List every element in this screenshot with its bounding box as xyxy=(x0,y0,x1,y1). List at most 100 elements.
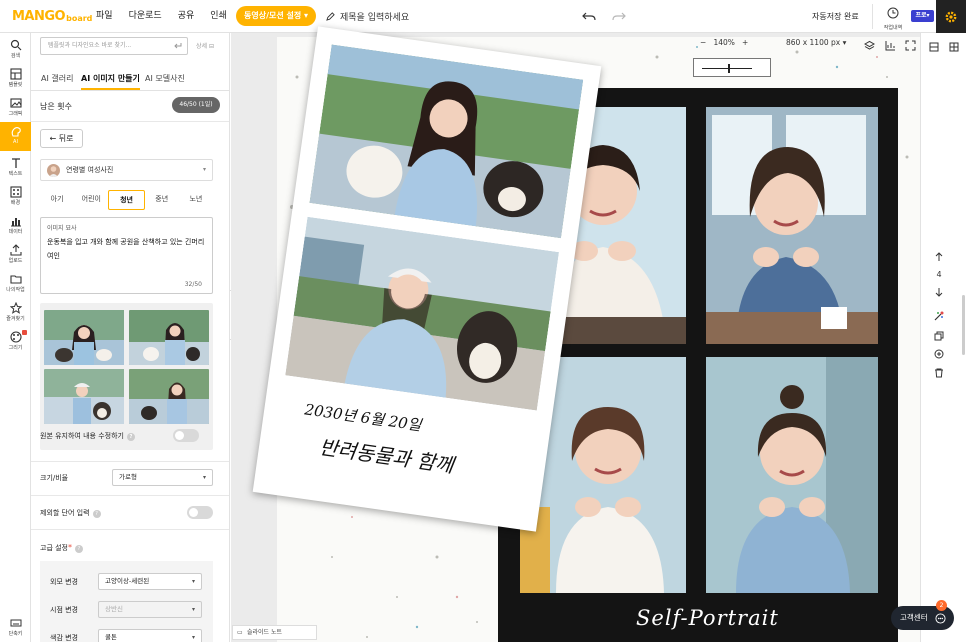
color-tone-select[interactable]: 쿨톤 ▾ xyxy=(98,629,202,642)
arrow-down-icon[interactable] xyxy=(934,287,944,297)
menu-print[interactable]: 인쇄 xyxy=(202,8,235,24)
keyboard-icon xyxy=(10,619,21,627)
history-button[interactable]: 작업내역 xyxy=(880,4,906,31)
generated-thumbnail[interactable] xyxy=(128,369,210,424)
appearance-select[interactable]: 고양이상-세련된 ▾ xyxy=(98,573,202,590)
portrait-photo-2[interactable] xyxy=(706,107,878,344)
menu-download[interactable]: 다운로드 xyxy=(121,8,170,24)
single-view-icon[interactable] xyxy=(929,42,939,52)
generated-thumbnail[interactable] xyxy=(44,369,125,424)
model-select[interactable]: 연령별 여성사진 ▾ xyxy=(40,159,213,181)
graphic-icon xyxy=(9,98,22,108)
multi-view-icon[interactable] xyxy=(949,42,959,52)
ratio-label: 크기/비율 xyxy=(40,474,69,482)
help-icon[interactable]: ? xyxy=(126,433,135,441)
age-option-baby[interactable]: 아기 xyxy=(40,190,74,210)
ratio-select-value: 가로형 xyxy=(119,473,137,481)
ratio-select[interactable]: 가로형 ▾ xyxy=(112,469,213,486)
tab-ai-model-photo[interactable]: AI 모델사진 xyxy=(145,73,185,88)
nav-text[interactable]: 텍스트 xyxy=(0,153,31,182)
slider-thumb[interactable] xyxy=(728,64,730,73)
age-option-youth[interactable]: 청년 xyxy=(108,190,145,210)
text-icon xyxy=(11,158,20,168)
pencil-icon xyxy=(326,12,335,21)
nav-label: 템플릿 xyxy=(8,82,23,88)
nav-myworks[interactable]: 나의작업 xyxy=(0,269,31,298)
strip-photo-2[interactable] xyxy=(285,216,560,411)
strip-photo-1[interactable] xyxy=(309,44,584,239)
pro-label: 프로 xyxy=(915,12,927,19)
undo-icon[interactable] xyxy=(582,9,596,23)
menu-share[interactable]: 공유 xyxy=(170,8,203,24)
ai-panel: 템플릿과 디자인요소 바로 찾기... 상세 ⊟ AI 갤러리 AI 이미지 만… xyxy=(31,33,230,642)
back-button[interactable]: ← 뒤로 xyxy=(40,129,83,148)
zoom-slider[interactable] xyxy=(693,58,771,77)
title-input[interactable]: 제목을 입력하세요 xyxy=(326,10,409,23)
nav-ai[interactable]: AI xyxy=(0,122,31,151)
arrow-up-icon[interactable] xyxy=(934,252,944,262)
generated-thumbnail[interactable] xyxy=(128,310,210,365)
fit-screen-icon[interactable] xyxy=(905,40,916,51)
divider xyxy=(31,121,229,122)
chevron-down-icon: ▾ xyxy=(191,606,195,613)
grid-icon[interactable] xyxy=(885,40,896,51)
nav-favorites[interactable]: 즐겨찾기 xyxy=(0,298,31,327)
canvas-size-select[interactable]: 860 x 1100 px ▾ xyxy=(786,38,846,47)
add-page-icon[interactable] xyxy=(934,349,944,359)
nav-upload[interactable]: 업로드 xyxy=(0,240,31,269)
motion-settings-button[interactable]: 동영상/모션 설정 ▾ xyxy=(236,6,317,26)
nav-label: 즐겨찾기 xyxy=(6,316,25,322)
right-toolbar: 4 xyxy=(920,33,966,642)
exclude-words-text: 제외할 단어 입력 xyxy=(40,509,90,517)
exclude-words-label: 제외할 단어 입력? xyxy=(40,508,101,518)
viewpoint-select: 상반신 ▾ xyxy=(98,601,202,618)
nav-label: 업로드 xyxy=(8,258,23,264)
generated-thumbnail[interactable] xyxy=(44,310,125,365)
age-option-child[interactable]: 어린이 xyxy=(74,190,108,210)
nav-graphic[interactable]: 그래픽 xyxy=(0,93,31,122)
portrait-photo-4[interactable] xyxy=(706,357,878,593)
palette-icon xyxy=(9,331,22,343)
menu-file[interactable]: 파일 xyxy=(88,8,121,24)
magic-wand-icon[interactable] xyxy=(934,311,944,321)
logo[interactable]: MANGO board xyxy=(12,7,92,25)
layers-icon[interactable] xyxy=(864,40,875,51)
duplicate-icon[interactable] xyxy=(934,331,944,341)
tab-ai-image-create[interactable]: AI 이미지 만들기 xyxy=(81,73,140,90)
divider xyxy=(872,4,873,29)
strip-title-caption[interactable]: 반려동물과 함께 xyxy=(318,431,456,479)
age-option-middle[interactable]: 중년 xyxy=(145,190,179,210)
zoom-control[interactable]: − 140% + xyxy=(700,38,748,47)
slider-track xyxy=(702,68,752,69)
advanced-search-link[interactable]: 상세 ⊟ xyxy=(196,41,214,50)
required-mark: * xyxy=(68,543,72,552)
self-portrait-caption: Self-Portrait xyxy=(636,606,779,630)
image-description-textarea[interactable]: 이미지 묘사 운동복을 입고 개와 함께 공원을 산책하고 있는 긴머리 여인 … xyxy=(40,217,213,294)
keep-original-label: 원본 유지하여 내용 수정하기? xyxy=(40,431,135,441)
redo-icon[interactable] xyxy=(612,9,626,23)
help-icon[interactable]: ? xyxy=(92,510,101,518)
folder-icon xyxy=(9,275,22,284)
pro-button[interactable]: 프로▾ xyxy=(911,10,934,22)
nav-shortcuts[interactable]: 단축키 xyxy=(0,613,31,642)
nav-label: AI xyxy=(13,139,18,145)
help-icon[interactable]: ? xyxy=(75,545,83,553)
nav-background[interactable]: 배경 xyxy=(0,182,31,211)
scrollbar[interactable] xyxy=(962,295,965,355)
ai-icon xyxy=(11,126,21,137)
keep-original-toggle[interactable] xyxy=(173,429,199,442)
search-input[interactable]: 템플릿과 디자인요소 바로 찾기... xyxy=(40,37,188,55)
settings-button[interactable] xyxy=(936,0,966,33)
nav-draw[interactable]: 그리기 xyxy=(0,327,31,356)
exclude-words-toggle[interactable] xyxy=(187,506,213,519)
tab-ai-gallery[interactable]: AI 갤러리 xyxy=(41,73,73,88)
age-option-elder[interactable]: 노년 xyxy=(179,190,213,210)
nav-search[interactable]: 검색 xyxy=(0,35,31,64)
trash-icon[interactable] xyxy=(934,368,944,378)
nav-template[interactable]: 템플릿 xyxy=(0,64,31,93)
customer-center-button[interactable]: 고객센터 2 xyxy=(891,600,954,630)
logo-main: MANGO xyxy=(12,8,66,24)
nav-label: 그리기 xyxy=(8,345,23,351)
slide-note-button[interactable]: ▭ 슬라이드 노트 xyxy=(232,625,317,640)
nav-data[interactable]: 데이터 xyxy=(0,211,31,240)
